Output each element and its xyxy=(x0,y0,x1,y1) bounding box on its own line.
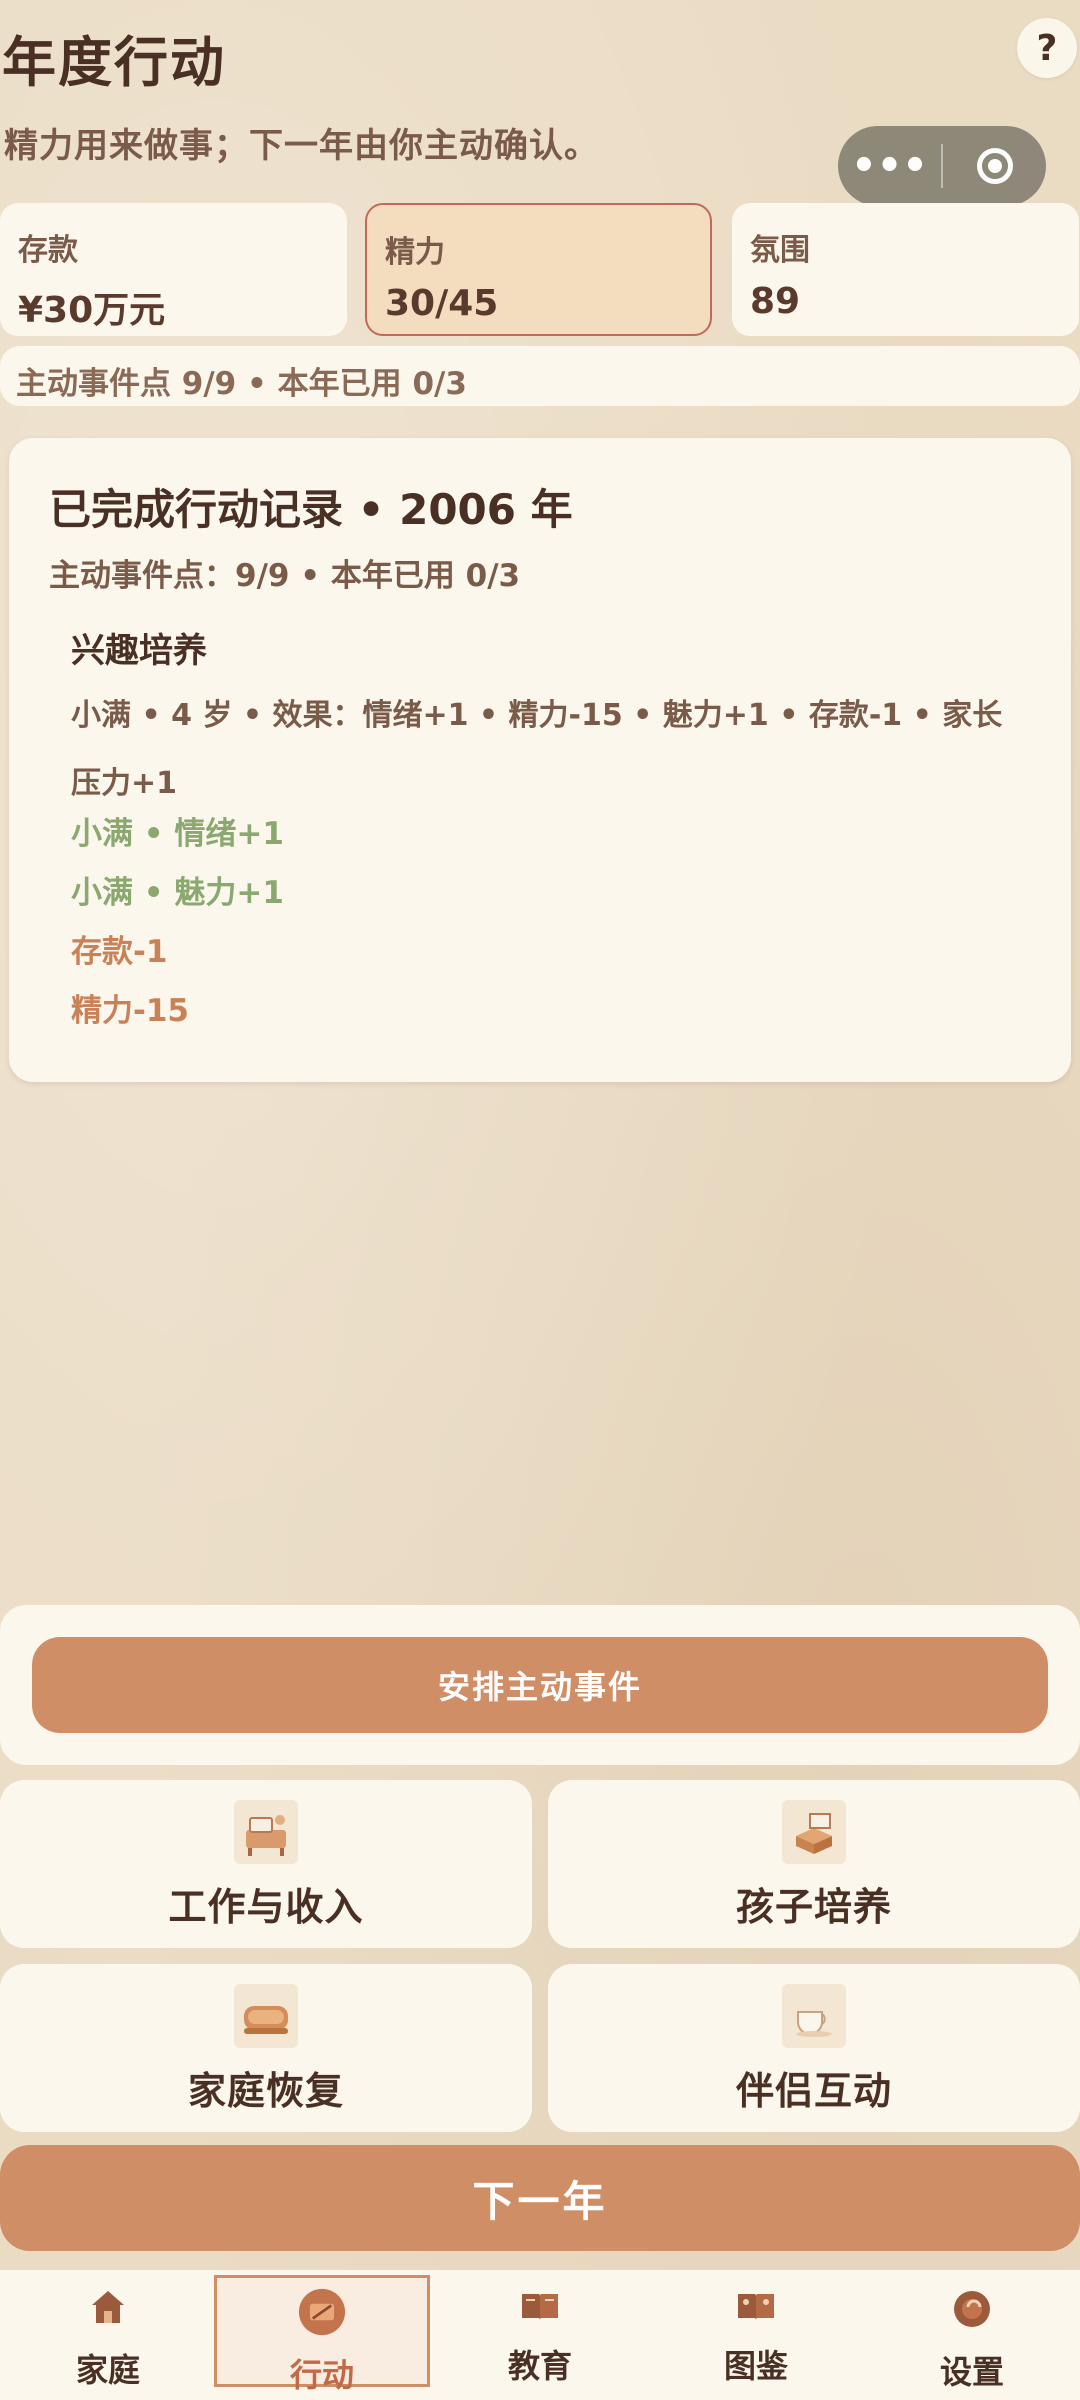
event-points-bar: 主动事件点 9/9 • 本年已用 0/3 xyxy=(0,346,1080,406)
tile-label: 工作与收入 xyxy=(168,1885,364,1929)
action-record-card: 已完成行动记录 • 2006 年 主动事件点：9/9 • 本年已用 0/3 兴趣… xyxy=(9,438,1071,1082)
tile-label: 家庭恢复 xyxy=(187,2069,344,2113)
stat-label: 氛围 xyxy=(750,233,810,268)
tile-work-income[interactable]: 工作与收入 xyxy=(0,1780,532,1948)
gear-icon xyxy=(948,2289,996,2329)
tab-label: 图鉴 xyxy=(723,2347,788,2385)
target-icon xyxy=(976,148,1013,184)
event-name: 兴趣培养 xyxy=(71,631,207,671)
stat-value: 30/45 xyxy=(385,283,499,324)
tab-education[interactable]: 教育 xyxy=(432,2275,648,2387)
tab-label: 家庭 xyxy=(75,2351,140,2389)
effect-item: 小满 • 情绪+1 xyxy=(71,816,284,852)
tab-settings[interactable]: 设置 xyxy=(864,2275,1080,2391)
desk-icon xyxy=(234,1800,298,1864)
mini-program-capsule: ••• xyxy=(838,126,1046,206)
action-icon xyxy=(298,2288,346,2336)
record-subtitle: 主动事件点：9/9 • 本年已用 0/3 xyxy=(49,558,521,594)
effect-item: 精力-15 xyxy=(71,993,190,1029)
more-button[interactable]: ••• xyxy=(838,126,941,206)
tile-child-training[interactable]: 孩子培养 xyxy=(548,1780,1080,1948)
effect-item: 存款-1 xyxy=(71,934,168,970)
close-button[interactable] xyxy=(943,126,1046,206)
stat-value: ¥30万元 xyxy=(18,290,166,331)
tile-partner-interaction[interactable]: 伴侣互动 xyxy=(548,1964,1080,2132)
stat-card-energy: 精力 30/45 xyxy=(365,203,712,336)
tab-label: 行动 xyxy=(289,2356,354,2394)
tile-label: 孩子培养 xyxy=(735,1885,892,1929)
page-subtitle: 精力用来做事；下一年由你主动确认。 xyxy=(4,126,599,166)
effect-item: 小满 • 魅力+1 xyxy=(71,875,284,911)
tab-label: 教育 xyxy=(507,2347,572,2385)
tab-gallery[interactable]: 图鉴 xyxy=(648,2275,864,2387)
stat-card-savings: 存款 ¥30万元 xyxy=(0,203,347,336)
tile-label: 伴侣互动 xyxy=(735,2069,892,2113)
next-year-button[interactable]: 下一年 xyxy=(0,2145,1080,2251)
stat-card-atmosphere: 氛围 89 xyxy=(732,203,1079,336)
house-icon xyxy=(84,2289,132,2327)
album-icon xyxy=(732,2289,780,2323)
record-title: 已完成行动记录 • 2006 年 xyxy=(49,485,573,534)
open-book-icon xyxy=(516,2289,564,2323)
tab-action[interactable]: 行动 xyxy=(214,2275,430,2394)
arrange-event-button[interactable]: 安排主动事件 xyxy=(32,1637,1048,1733)
teacup-icon xyxy=(782,1984,846,2048)
event-description: 小满 • 4 岁 • 效果：情绪+1 • 精力-15 • 魅力+1 • 存款-1… xyxy=(71,698,1003,801)
stat-label: 存款 xyxy=(18,233,78,268)
bread-icon xyxy=(234,1984,298,2048)
stat-value: 89 xyxy=(750,281,801,322)
book-box-icon xyxy=(782,1800,846,1864)
page-title: 年度行动 xyxy=(2,31,226,94)
tab-label: 设置 xyxy=(939,2353,1004,2391)
tile-family-recovery[interactable]: 家庭恢复 xyxy=(0,1964,532,2132)
stat-label: 精力 xyxy=(385,235,445,270)
tab-family[interactable]: 家庭 xyxy=(0,2275,216,2389)
help-button[interactable]: ? xyxy=(1017,18,1077,78)
